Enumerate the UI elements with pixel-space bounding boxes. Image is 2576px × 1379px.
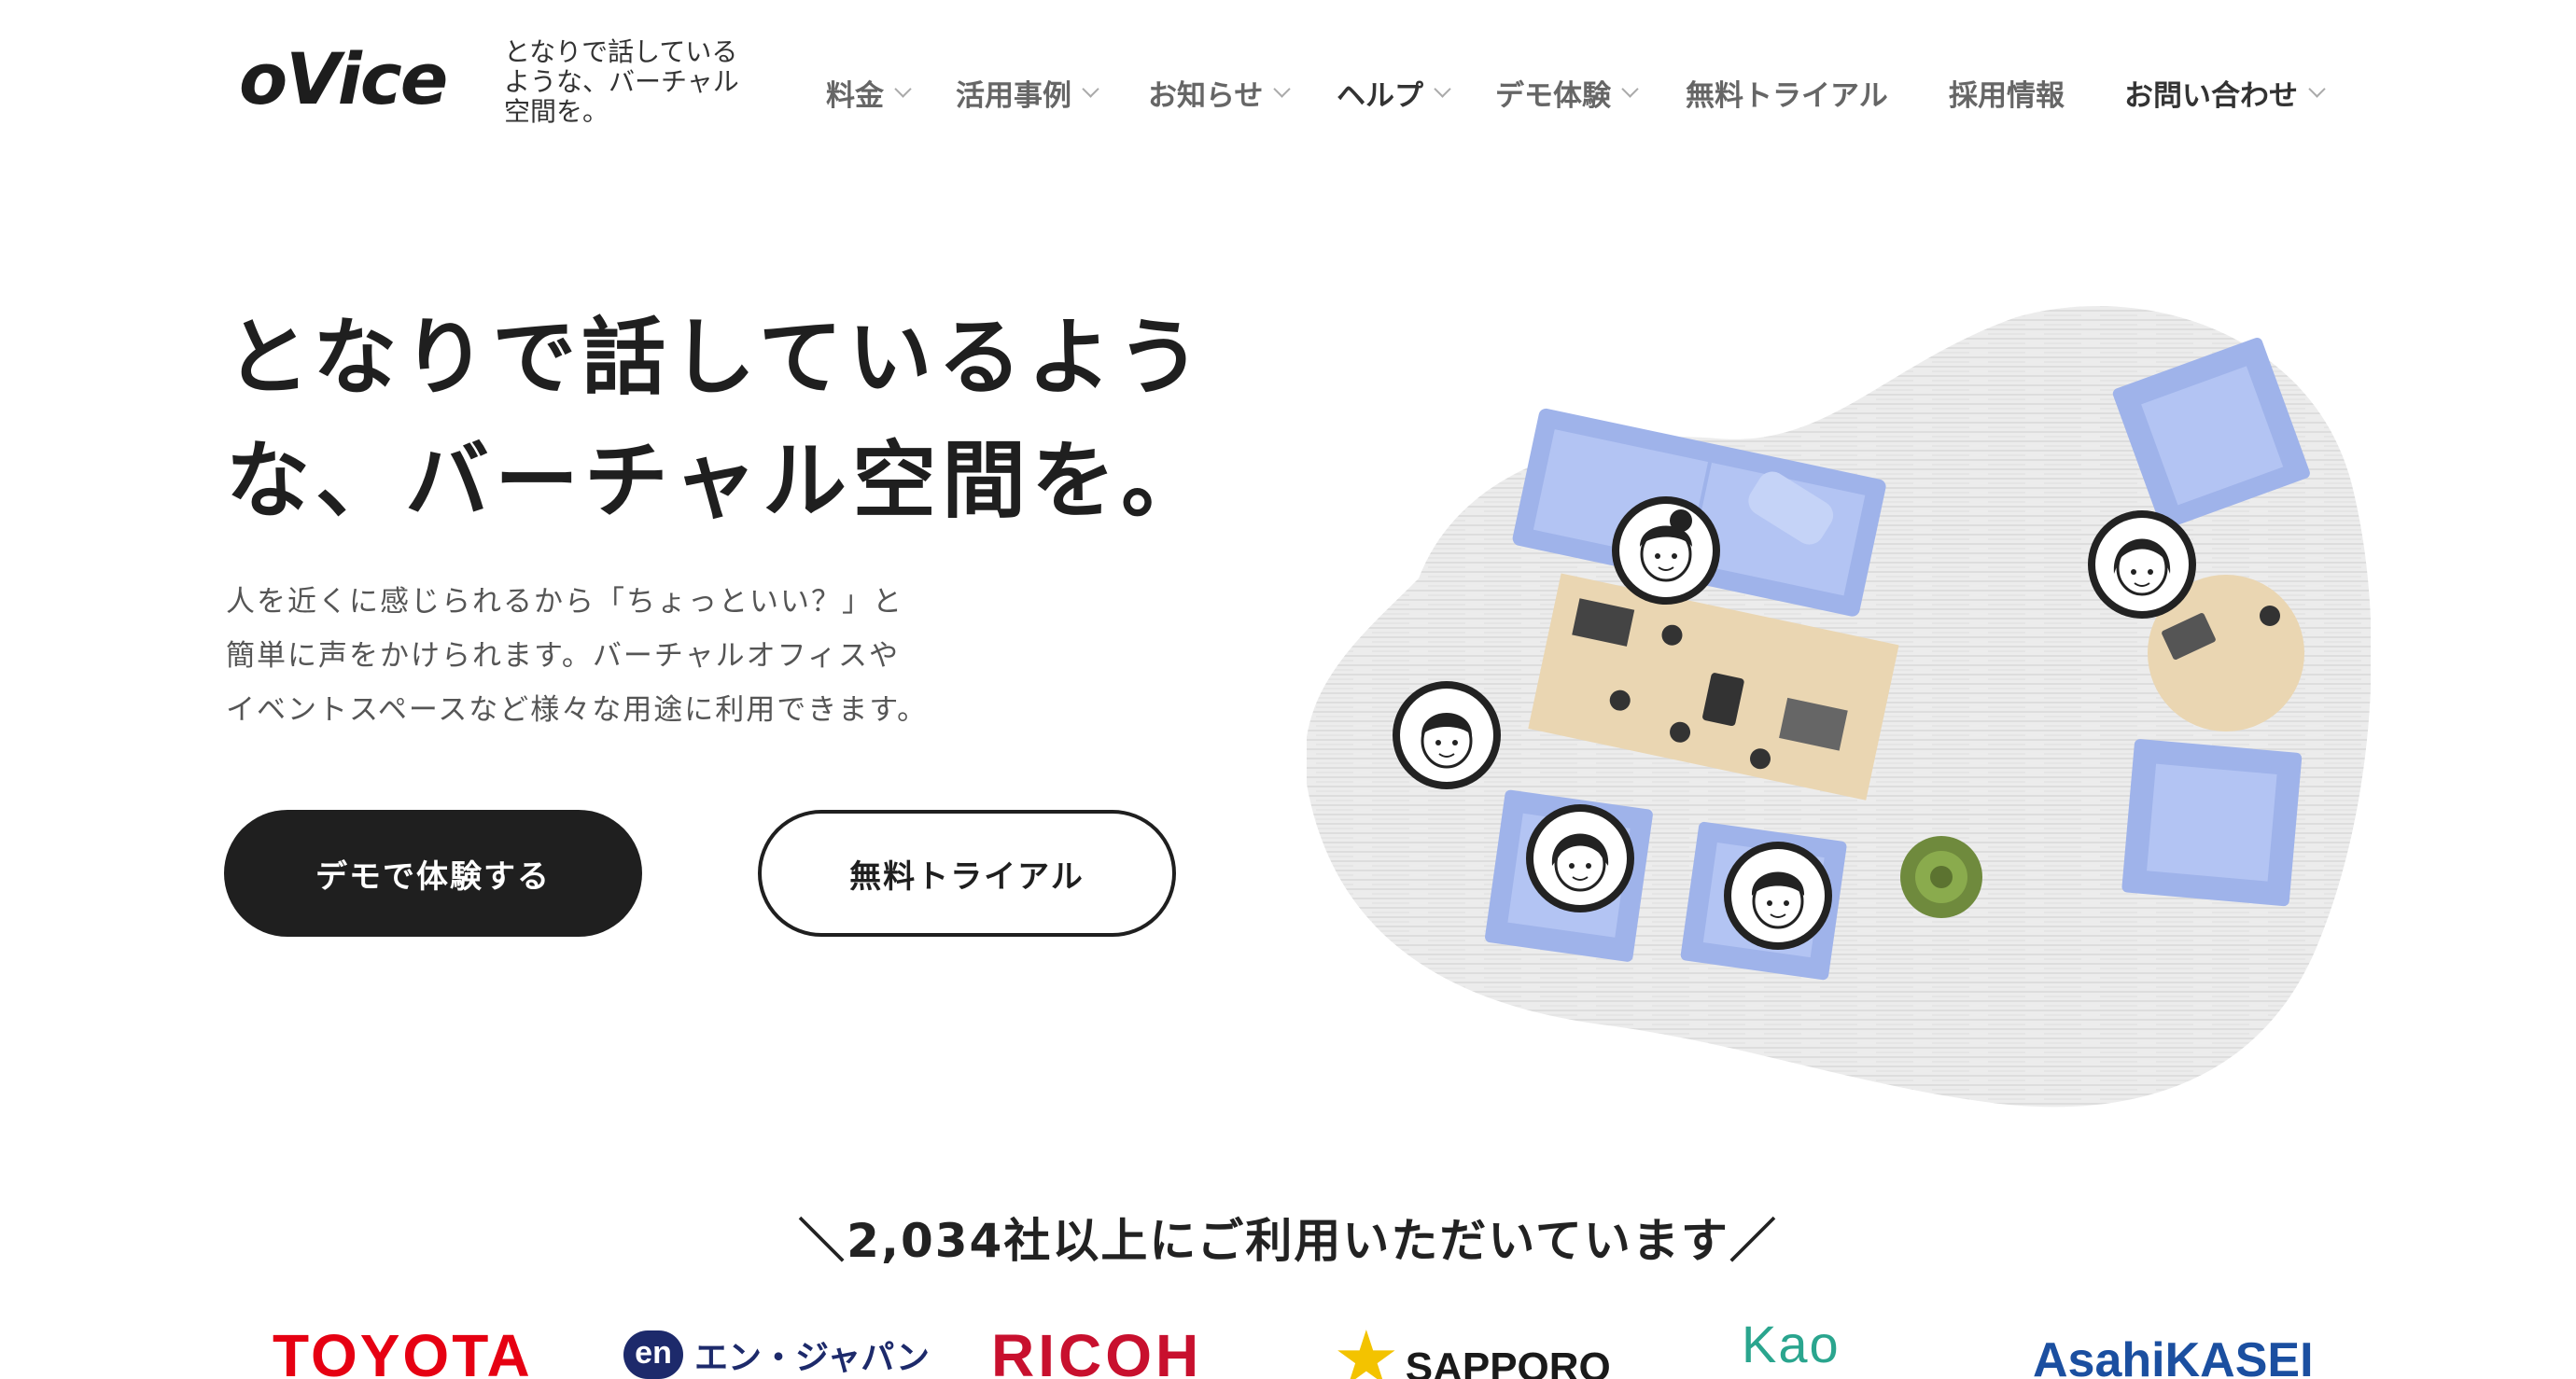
nav-label: 料金 [826, 78, 884, 113]
client-logo-ricoh: RICOH [991, 1325, 1203, 1379]
clients-title: ＼2,034社以上にご利用いただいています／ [798, 1214, 1778, 1268]
client-logo-asahikasei: AsahiKASEI [2033, 1333, 2314, 1379]
virtual-office-illustration [1307, 306, 2371, 1107]
nav-item-free-trial[interactable]: 無料トライアル [1686, 69, 1888, 116]
user-avatar [1393, 681, 1501, 789]
chevron-down-icon [1273, 79, 1292, 98]
nav-label: お問い合わせ [2124, 78, 2298, 113]
nav-label: 採用情報 [1949, 78, 2065, 113]
hero-desc-line: 簡単に声をかけられます。バーチャルオフィスや [226, 639, 900, 673]
client-logo-toyota: TOYOTA [273, 1325, 533, 1379]
plant-icon [1900, 836, 1982, 918]
hero-desc-line: イベントスペースなど様々な用途に利用できます。 [226, 693, 929, 727]
chevron-down-icon [1082, 79, 1099, 98]
user-avatar [1724, 842, 1832, 950]
nav-label: 活用事例 [956, 78, 1071, 113]
star-icon: ★ [1333, 1325, 1400, 1379]
nav-item-careers[interactable]: 採用情報 [1949, 69, 2065, 116]
nav-label: デモ体験 [1495, 78, 1611, 113]
client-logo-sapporo: ★ SAPPORO [1333, 1325, 1611, 1379]
hero-desc-line: 人を近くに感じられるから「ちょっといい？」と [226, 585, 903, 619]
nav-item-help[interactable]: ヘルプ [1337, 69, 1451, 116]
nav-label: お知らせ [1148, 78, 1264, 113]
user-avatar [1526, 804, 1634, 912]
chevron-down-icon [1621, 79, 1639, 98]
armchair-right-bottom [2121, 739, 2303, 907]
nav-item-contact[interactable]: お問い合わせ [2124, 69, 2326, 116]
client-logo-label: SAPPORO [1405, 1344, 1611, 1379]
chevron-down-icon [1434, 79, 1451, 98]
hero-description: 人を近くに感じられるから「ちょっといい？」と 簡単に声をかけられます。バーチャル… [226, 575, 1066, 737]
client-logo-kao: Kao [1742, 1325, 1841, 1373]
ovice-logo[interactable]: oVice [239, 37, 448, 121]
user-avatar [1612, 496, 1720, 605]
free-trial-button[interactable]: 無料トライアル [758, 810, 1176, 937]
client-logo-row: TOYOTA en エン・ジャパン RICOH ★ SAPPORO Kao As… [0, 1325, 2576, 1379]
enjapan-mark-icon: en [623, 1330, 683, 1379]
chevron-down-icon [2308, 79, 2326, 98]
client-logo-enjapan: en エン・ジャパン [623, 1330, 930, 1379]
nav-label: 無料トライアル [1686, 78, 1888, 113]
hero-title: となりで話しているよう な、バーチャル空間を。 [226, 297, 1253, 543]
nav-item-pricing[interactable]: 料金 [826, 69, 912, 116]
header-tagline: となりで話しているような、バーチャル空間を。 [504, 36, 739, 127]
hero-title-line: となりで話しているよう [226, 309, 1207, 407]
user-avatar [2088, 510, 2196, 619]
nav-item-demo[interactable]: デモ体験 [1495, 69, 1639, 116]
client-logo-label: エン・ジャパン [694, 1339, 931, 1377]
nav-item-case-studies[interactable]: 活用事例 [956, 69, 1099, 116]
demo-button[interactable]: デモで体験する [224, 810, 642, 937]
chevron-down-icon [894, 79, 912, 98]
nav-item-news[interactable]: お知らせ [1148, 69, 1292, 116]
hero-title-line: な、バーチャル空間を。 [226, 432, 1211, 530]
nav-label: ヘルプ [1337, 78, 1423, 113]
